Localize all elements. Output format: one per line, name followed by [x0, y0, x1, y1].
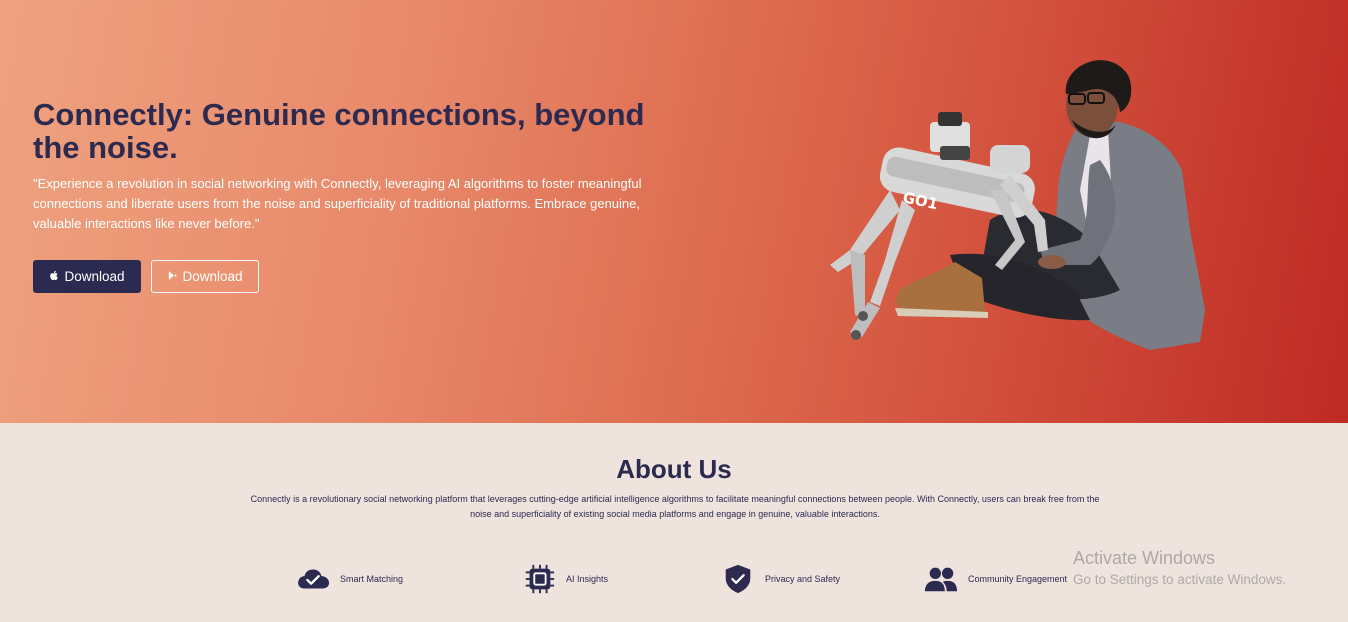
feature-smart-matching: Smart Matching	[295, 563, 403, 595]
download-android-button[interactable]: Download	[151, 260, 259, 293]
cloud-check-icon	[295, 563, 331, 595]
apple-icon	[49, 269, 60, 284]
feature-privacy-safety: Privacy and Safety	[720, 563, 840, 595]
hero-description: "Experience a revolution in social netwo…	[33, 176, 642, 231]
feature-ai-insights: AI Insights	[521, 563, 608, 595]
hero-illustration: GO1	[830, 60, 1205, 350]
users-icon	[923, 563, 959, 595]
hero-title: Connectly: Genuine connections, beyond t…	[33, 97, 645, 165]
about-description: Connectly is a revolutionary social netw…	[250, 494, 1100, 519]
feature-label: Smart Matching	[340, 574, 404, 584]
download-ios-button[interactable]: Download	[33, 260, 141, 293]
feature-community-engagement: Community Engagement	[923, 563, 1067, 595]
feature-label: AI Insights	[566, 574, 609, 584]
windows-activation-title: Activate Windows	[1073, 548, 1216, 568]
feature-label: Community Engagement	[968, 574, 1068, 584]
shield-check-icon	[720, 563, 756, 595]
google-play-icon	[167, 269, 178, 284]
download-ios-label: Download	[64, 269, 125, 284]
download-android-label: Download	[182, 269, 243, 284]
feature-label: Privacy and Safety	[765, 574, 841, 584]
windows-activation-subtitle: Go to Settings to activate Windows.	[1073, 572, 1287, 587]
about-title: About Us	[616, 454, 732, 484]
chip-icon	[521, 563, 557, 595]
hero-section: Connectly: Genuine connections, beyond t…	[0, 0, 1348, 423]
